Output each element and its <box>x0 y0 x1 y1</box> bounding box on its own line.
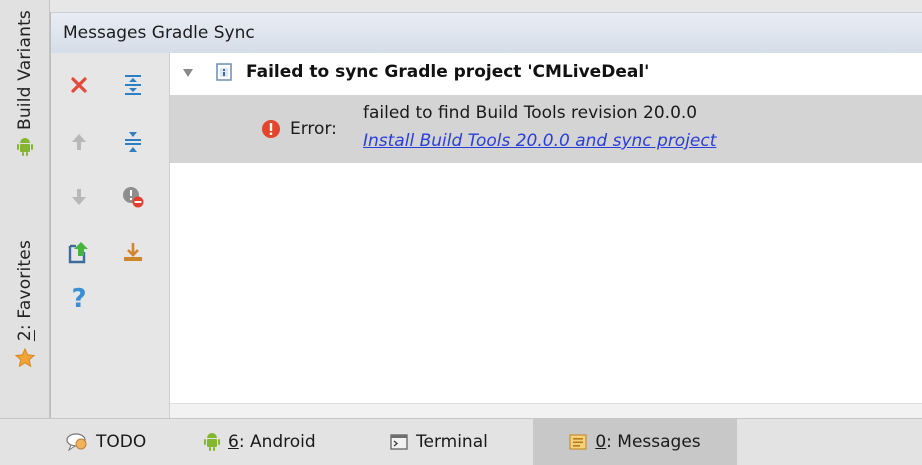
export-button[interactable] <box>63 236 95 268</box>
android-icon <box>16 138 33 157</box>
messages-toolbar: ? <box>51 53 170 418</box>
error-text: failed to find Build Tools revision 20.0… <box>363 103 698 123</box>
export-icon <box>68 240 90 264</box>
tab-terminal-label: Terminal <box>416 432 488 452</box>
todo-icon <box>66 433 88 451</box>
tab-android-label: 6: Android <box>228 432 316 452</box>
messages-icon <box>569 434 587 450</box>
terminal-icon <box>390 434 408 450</box>
expand-all-button[interactable] <box>117 69 149 101</box>
expand-all-icon <box>123 74 143 96</box>
help-icon: ? <box>71 284 87 314</box>
messages-tree: Failed to sync Gradle project 'CMLiveDea… <box>170 53 922 418</box>
error-icon <box>261 119 281 143</box>
warnings-filter-icon <box>122 186 144 208</box>
collapse-all-icon <box>123 131 143 153</box>
download-icon <box>122 241 144 263</box>
tool-window-bar: TODO 6: Android Terminal 0: Messages <box>0 418 922 465</box>
error-message-row[interactable]: Error: failed to find Build Tools revisi… <box>170 95 922 163</box>
build-variants-tab[interactable]: Build Variants <box>0 10 49 200</box>
next-message-button[interactable] <box>63 181 95 213</box>
close-icon <box>69 75 89 95</box>
autoscroll-button[interactable] <box>117 236 149 268</box>
tab-terminal[interactable]: Terminal <box>390 419 488 465</box>
collapse-all-button[interactable] <box>117 126 149 158</box>
horizontal-scrollbar[interactable] <box>170 403 922 418</box>
collapse-arrow-icon[interactable] <box>182 63 196 82</box>
help-button[interactable]: ? <box>63 283 95 315</box>
group-title: Failed to sync Gradle project 'CMLiveDea… <box>246 62 650 82</box>
messages-panel: Messages Gradle Sync ? Failed to sync Gr… <box>50 12 922 418</box>
error-label: Error: <box>290 119 337 139</box>
android-icon <box>204 433 220 451</box>
tab-messages[interactable]: 0: Messages <box>533 419 737 465</box>
message-group-row[interactable]: Failed to sync Gradle project 'CMLiveDea… <box>170 53 922 91</box>
left-tool-strip: Build Variants 2: Favorites <box>0 0 50 418</box>
close-button[interactable] <box>63 69 95 101</box>
star-icon <box>14 347 36 369</box>
gradle-file-icon <box>216 63 232 81</box>
panel-header: Messages Gradle Sync <box>51 12 922 54</box>
panel-title: Messages Gradle Sync <box>63 23 255 43</box>
build-variants-label: Build Variants <box>14 10 35 131</box>
favorites-tab[interactable]: 2: Favorites <box>0 238 49 398</box>
tab-android[interactable]: 6: Android <box>204 419 316 465</box>
previous-message-button[interactable] <box>63 126 95 158</box>
favorites-label: 2: Favorites <box>14 240 35 342</box>
tab-todo[interactable]: TODO <box>66 419 146 465</box>
arrow-up-icon <box>70 132 88 152</box>
arrow-down-icon <box>70 187 88 207</box>
tab-todo-label: TODO <box>96 432 147 452</box>
tab-messages-label: 0: Messages <box>595 432 701 452</box>
hide-warnings-button[interactable] <box>117 181 149 213</box>
install-build-tools-link[interactable]: Install Build Tools 20.0.0 and sync proj… <box>363 131 716 151</box>
